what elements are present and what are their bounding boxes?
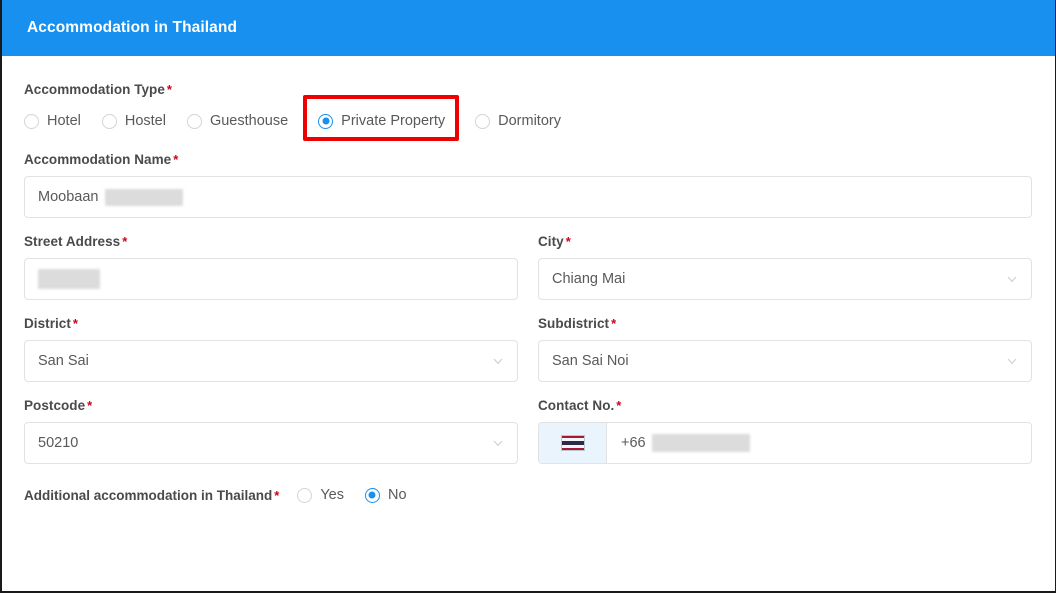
- radio-circle-yes[interactable]: [297, 487, 313, 503]
- radio-circle-no[interactable]: [364, 487, 380, 503]
- redacted-text-block: [105, 188, 184, 206]
- postcode-label: Postcode *: [24, 398, 93, 413]
- subdistrict-label: Subdistrict *: [538, 316, 617, 331]
- additional-accommodation-group: Additional accommodation in Thailand * Ye…: [24, 480, 1032, 510]
- radio-option-hostel[interactable]: Hostel: [101, 106, 166, 136]
- district-subdistrict-row: District * San Sai Subdistrict * San Sai N…: [24, 316, 1032, 382]
- contact-no-input[interactable]: +66: [607, 423, 1031, 463]
- radio-circle-guesthouse[interactable]: [186, 113, 202, 129]
- chevron-down-icon[interactable]: [1006, 355, 1018, 367]
- required-asterisk: *: [565, 234, 571, 249]
- contact-no-label: Contact No. *: [538, 398, 622, 413]
- page-title: Accommodation in Thailand: [27, 19, 238, 36]
- radio-label-private-property: Private Property: [341, 113, 446, 129]
- postcode-field: Postcode * 50210: [24, 398, 518, 464]
- radio-option-no[interactable]: No: [364, 480, 407, 510]
- city-select[interactable]: Chiang Mai: [538, 258, 1032, 300]
- district-label: District *: [24, 316, 79, 331]
- radio-label-no: No: [387, 487, 407, 503]
- chevron-down-icon[interactable]: [492, 437, 504, 449]
- accommodation-form-panel: Accommodation in Thailand Accommodation …: [0, 0, 1056, 593]
- radio-label-dormitory: Dormitory: [498, 113, 561, 129]
- accommodation-name-input[interactable]: Moobaan: [24, 176, 1032, 218]
- street-address-field: Street Address *: [24, 234, 518, 300]
- required-asterisk: *: [166, 82, 173, 97]
- radio-label-hotel: Hotel: [47, 113, 81, 129]
- required-asterisk: *: [173, 152, 179, 167]
- accommodation-type-group: Accommodation Type * Hotel Hostel Guestho…: [24, 82, 1032, 141]
- redacted-text-block: [651, 434, 750, 452]
- accommodation-name-label: Accommodation Name *: [24, 152, 179, 167]
- postcode-value: 50210: [38, 435, 79, 451]
- district-value: San Sai: [38, 353, 89, 369]
- radio-label-yes: Yes: [320, 487, 344, 503]
- dial-code: +66: [621, 435, 646, 451]
- required-asterisk: *: [611, 316, 617, 331]
- thailand-flag-icon: [560, 435, 585, 451]
- district-field: District * San Sai: [24, 316, 518, 382]
- panel-header: Accommodation in Thailand: [2, 0, 1055, 56]
- accommodation-name-value: Moobaan: [38, 189, 99, 205]
- street-address-input[interactable]: [24, 258, 518, 300]
- address-city-row: Street Address * City * Chiang Mai: [24, 234, 1032, 300]
- radio-label-guesthouse: Guesthouse: [209, 113, 289, 129]
- required-asterisk: *: [122, 234, 128, 249]
- country-code-selector[interactable]: [539, 423, 607, 463]
- radio-option-hotel[interactable]: Hotel: [24, 106, 81, 136]
- radio-option-yes[interactable]: Yes: [297, 480, 344, 510]
- contact-no-field: Contact No. * +66: [538, 398, 1032, 464]
- radio-option-guesthouse[interactable]: Guesthouse: [186, 106, 289, 136]
- radio-option-private-property[interactable]: Private Property: [318, 106, 445, 136]
- street-address-label: Street Address *: [24, 234, 128, 249]
- chevron-down-icon[interactable]: [1006, 273, 1018, 285]
- radio-label-hostel: Hostel: [124, 113, 166, 129]
- required-asterisk: *: [87, 398, 93, 413]
- district-select[interactable]: San Sai: [24, 340, 518, 382]
- radio-option-dormitory[interactable]: Dormitory: [475, 106, 561, 136]
- required-asterisk: *: [72, 316, 79, 331]
- chevron-down-icon[interactable]: [492, 355, 504, 367]
- subdistrict-field: Subdistrict * San Sai Noi: [538, 316, 1032, 382]
- radio-circle-dormitory[interactable]: [475, 113, 491, 129]
- postcode-contact-row: Postcode * 50210 Contact No. * +66: [24, 398, 1032, 464]
- form-body: Accommodation Type * Hotel Hostel Guestho…: [2, 56, 1055, 510]
- subdistrict-value: San Sai Noi: [552, 353, 629, 369]
- subdistrict-select[interactable]: San Sai Noi: [538, 340, 1032, 382]
- contact-no-input-group: +66: [538, 422, 1032, 464]
- accommodation-name-field: Accommodation Name * Moobaan: [24, 152, 1032, 218]
- city-field: City * Chiang Mai: [538, 234, 1032, 300]
- radio-circle-hotel[interactable]: [24, 113, 39, 129]
- radio-circle-hostel[interactable]: [101, 113, 117, 129]
- additional-accommodation-label: Additional accommodation in Thailand *: [24, 487, 280, 503]
- city-label: City *: [538, 234, 571, 249]
- city-value: Chiang Mai: [552, 271, 626, 287]
- accommodation-type-radio-row: Hotel Hostel Guesthouse Private Property…: [24, 95, 1032, 141]
- required-asterisk: *: [274, 487, 280, 503]
- accommodation-type-label: Accommodation Type *: [24, 82, 173, 97]
- required-asterisk: *: [616, 398, 622, 413]
- postcode-select[interactable]: 50210: [24, 422, 518, 464]
- radio-circle-private-property[interactable]: [318, 113, 334, 129]
- redacted-text-block: [38, 269, 100, 289]
